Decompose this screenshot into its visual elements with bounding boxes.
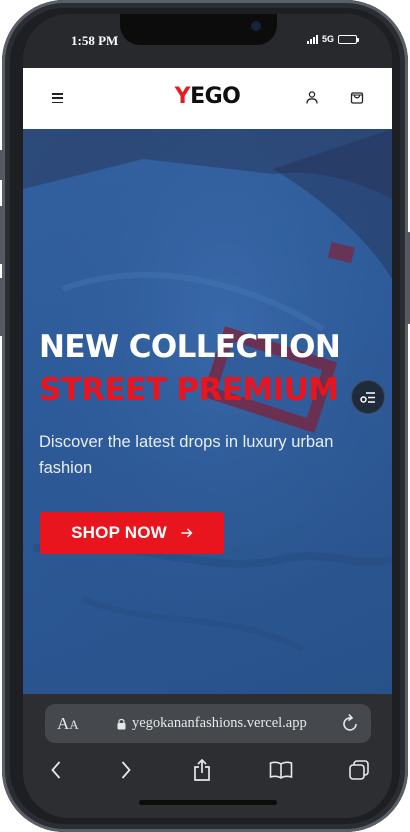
home-indicator[interactable]	[139, 800, 277, 805]
address-bar[interactable]: AA yegokananfashions.vercel.app	[45, 704, 371, 743]
forward-icon	[121, 761, 131, 779]
filter-settings-icon	[360, 391, 375, 403]
hero-banner: NEW COLLECTION STREET PREMIUM Discover t…	[23, 129, 392, 694]
url-text: yegokananfashions.vercel.app	[132, 715, 307, 731]
hero-description: Discover the latest drops in luxury urba…	[39, 433, 334, 477]
back-icon	[51, 761, 61, 779]
status-indicators: 5G	[306, 34, 359, 44]
site-header: YEGO	[23, 68, 392, 129]
phone-frame: 1:58 PM 5G YEGO NEW COLLECTION STREET PR…	[0, 0, 410, 832]
hero-overlay	[23, 129, 392, 694]
volume-up-button	[0, 206, 4, 264]
shop-now-button[interactable]: SHOP NOW	[40, 512, 224, 554]
lock-icon	[117, 718, 126, 729]
phone-screen: 1:58 PM 5G YEGO NEW COLLECTION STREET PR…	[23, 14, 392, 818]
battery-icon	[338, 34, 359, 44]
status-time: 1:58 PM	[71, 33, 119, 48]
shop-now-label: SHOP NOW	[71, 523, 167, 542]
filter-fab-button[interactable]	[351, 380, 385, 414]
logo-accent-letter: Y	[174, 84, 191, 109]
hero-title-line-2: STREET PREMIUM	[39, 372, 339, 408]
front-camera	[251, 21, 261, 31]
arrow-right-icon	[181, 528, 193, 538]
tabs-button[interactable]	[347, 758, 371, 782]
reload-icon[interactable]	[341, 713, 359, 733]
status-bar: 1:58 PM 5G	[23, 14, 392, 68]
volume-down-button	[0, 278, 4, 336]
menu-icon[interactable]	[52, 93, 63, 103]
bookmarks-icon	[269, 761, 293, 779]
browser-toolbar: AA yegokananfashions.vercel.app	[23, 694, 392, 818]
share-button[interactable]	[190, 758, 214, 782]
browser-nav-row	[23, 758, 392, 782]
brand-logo[interactable]: YEGO	[23, 84, 392, 109]
bookmarks-button[interactable]	[269, 758, 293, 782]
logo-text: EGO	[190, 84, 241, 109]
notch	[120, 14, 277, 45]
silent-switch	[0, 150, 4, 180]
signal-icon	[306, 34, 318, 44]
network-type: 5G	[321, 34, 334, 44]
power-button	[406, 232, 410, 324]
back-button[interactable]	[44, 758, 68, 782]
text-size-button[interactable]: AA	[57, 714, 79, 734]
share-icon	[194, 759, 210, 781]
url-text-wrap: yegokananfashions.vercel.app	[117, 715, 307, 732]
forward-button[interactable]	[114, 758, 138, 782]
tabs-icon	[349, 760, 369, 780]
hero-title-line-1: NEW COLLECTION	[39, 329, 341, 365]
shopping-bag-icon[interactable]	[350, 90, 364, 104]
user-icon[interactable]	[306, 91, 318, 104]
